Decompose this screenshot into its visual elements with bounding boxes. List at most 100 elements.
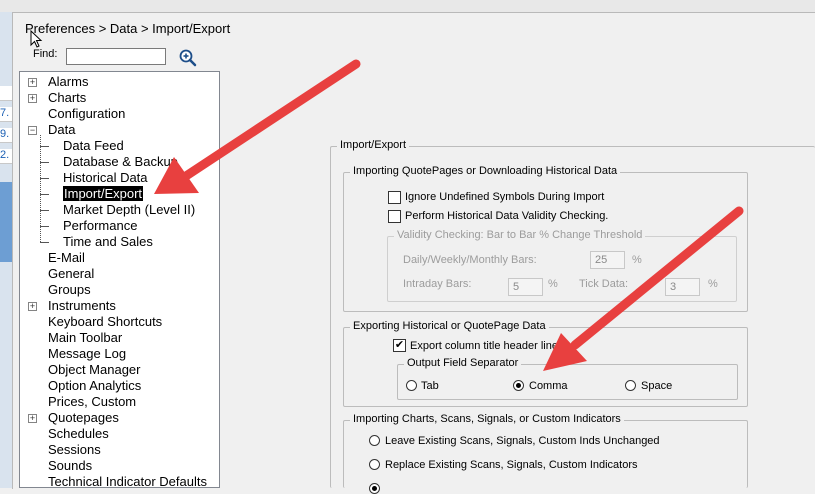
tree-item[interactable]: Data Feed [63, 138, 124, 154]
background-panel [0, 182, 12, 262]
daily-bars-input[interactable]: 25 [590, 251, 625, 269]
tree-item-label: Data Feed [63, 138, 124, 153]
tree-item[interactable]: General [48, 266, 94, 282]
tree-item-label: Quotepages [48, 410, 119, 425]
tick-data-input[interactable]: 3 [665, 278, 700, 296]
tree-item-label: E-Mail [48, 250, 85, 265]
tree-item[interactable]: Instruments [48, 298, 116, 314]
dialog-title: Preferences > Data > Import/Export [25, 21, 231, 36]
header-line-checkbox[interactable]: ✔ [393, 339, 406, 352]
zoom-search-icon[interactable] [178, 48, 198, 68]
validity-check-label: Perform Historical Data Validity Checkin… [405, 210, 609, 222]
collapse-icon[interactable]: − [28, 126, 37, 135]
tree-item[interactable]: Market Depth (Level II) [63, 202, 195, 218]
tree-item-label: Time and Sales [63, 234, 153, 249]
tree-item-label: Object Manager [48, 362, 141, 377]
comma-radio-label: Comma [529, 380, 568, 392]
expand-icon[interactable]: + [28, 78, 37, 87]
panel-title: Import/Export [337, 139, 410, 151]
leave-existing-label: Leave Existing Scans, Signals, Custom In… [385, 435, 660, 447]
tree-item[interactable]: Data [48, 122, 75, 138]
intraday-bars-input[interactable]: 5 [508, 278, 543, 296]
find-input[interactable] [66, 48, 166, 65]
tree-item-label: Performance [63, 218, 138, 233]
tree-item-label: Import/Export [63, 186, 144, 201]
background-window: 7. 9. 2. [0, 12, 12, 488]
background-cell: 7. [0, 107, 12, 122]
tree-connector [40, 178, 49, 179]
tree-item-label: Sounds [48, 458, 93, 473]
mouse-cursor-icon [30, 30, 43, 48]
tree-item-label: Sessions [48, 442, 101, 457]
tree-connector [40, 210, 49, 211]
preferences-tree[interactable]: Alarms + Charts + Configuration Data − Data Fee… [19, 71, 220, 488]
tree-connector [40, 135, 41, 242]
validity-check-checkbox[interactable] [388, 210, 401, 223]
tree-item[interactable]: Sounds [48, 458, 92, 474]
title-bar-strip [0, 0, 815, 12]
tree-item-label: Market Depth (Level II) [63, 202, 196, 217]
tree-item-label: Keyboard Shortcuts [48, 314, 163, 329]
separator-group-title: Output Field Separator [404, 357, 522, 369]
tree-item[interactable]: Message Log [48, 346, 126, 362]
tree-item[interactable]: Technical Indicator Defaults [48, 474, 207, 488]
tree-item[interactable]: Keyboard Shortcuts [48, 314, 162, 330]
exporting-group-title: Exporting Historical or QuotePage Data [350, 320, 549, 332]
background-cell: 9. [0, 128, 12, 143]
tree-item-label: Technical Indicator Defaults [48, 474, 207, 488]
tree-item[interactable]: Import/Export [63, 186, 144, 202]
tree-item-label: General [48, 266, 95, 281]
tree-item-label: Instruments [48, 298, 116, 313]
tree-item[interactable]: Object Manager [48, 362, 141, 378]
tab-radio[interactable] [406, 380, 417, 391]
tree-item[interactable]: Prices, Custom [48, 394, 136, 410]
header-line-label: Export column title header line [410, 340, 558, 352]
tree-item[interactable]: Database & Backup [63, 154, 178, 170]
tree-item[interactable]: Quotepages [48, 410, 119, 426]
tree-item-label: Schedules [48, 426, 109, 441]
tree-item-label: Message Log [48, 346, 127, 361]
tree-item[interactable]: Historical Data [63, 170, 148, 186]
tree-item[interactable]: Option Analytics [48, 378, 141, 394]
intraday-bars-label: Intraday Bars: [403, 278, 472, 290]
tree-item-label: Alarms [48, 74, 89, 89]
replace-existing-label: Replace Existing Scans, Signals, Custom … [385, 459, 638, 471]
tree-connector [40, 226, 49, 227]
tree-item[interactable]: Alarms [48, 74, 88, 90]
space-radio-label: Space [641, 380, 673, 392]
comma-radio[interactable] [513, 380, 524, 391]
daily-bars-label: Daily/Weekly/Monthly Bars: [403, 254, 537, 266]
tree-item-label: Option Analytics [48, 378, 142, 393]
leave-existing-radio[interactable] [369, 435, 380, 446]
threshold-group-title: Validity Checking: Bar to Bar % Change T… [394, 229, 646, 241]
tree-connector [40, 242, 49, 243]
tree-item-label: Groups [48, 282, 91, 297]
tree-item[interactable]: Groups [48, 282, 91, 298]
tree-item[interactable]: Schedules [48, 426, 109, 442]
tree-item-label: Historical Data [63, 170, 148, 185]
tree-connector [40, 146, 49, 147]
expand-icon[interactable]: + [28, 94, 37, 103]
tree-item[interactable]: Main Toolbar [48, 330, 122, 346]
tree-item[interactable]: Configuration [48, 106, 125, 122]
tree-item[interactable]: Performance [63, 218, 137, 234]
charts-import-group-title: Importing Charts, Scans, Signals, or Cus… [350, 413, 624, 425]
replace-existing-radio[interactable] [369, 459, 380, 470]
tree-item[interactable]: E-Mail [48, 250, 85, 266]
tree-item-label: Prices, Custom [48, 394, 137, 409]
expand-icon[interactable]: + [28, 414, 37, 423]
charts-import-group: Importing Charts, Scans, Signals, or Cus… [343, 413, 748, 488]
ignore-undefined-checkbox[interactable] [388, 191, 401, 204]
daily-pct-label: % [632, 254, 642, 266]
tree-item-label: Database & Backup [63, 154, 178, 169]
tree-item[interactable]: Charts [48, 90, 86, 106]
space-radio[interactable] [625, 380, 636, 391]
background-cell: 2. [0, 149, 12, 164]
expand-icon[interactable]: + [28, 302, 37, 311]
background-cell [0, 86, 12, 101]
intraday-pct-label: % [548, 278, 558, 290]
tree-item[interactable]: Time and Sales [63, 234, 153, 250]
tree-item[interactable]: Sessions [48, 442, 101, 458]
ignore-undefined-label: Ignore Undefined Symbols During Import [405, 191, 605, 203]
prompt-radio[interactable] [369, 483, 380, 494]
